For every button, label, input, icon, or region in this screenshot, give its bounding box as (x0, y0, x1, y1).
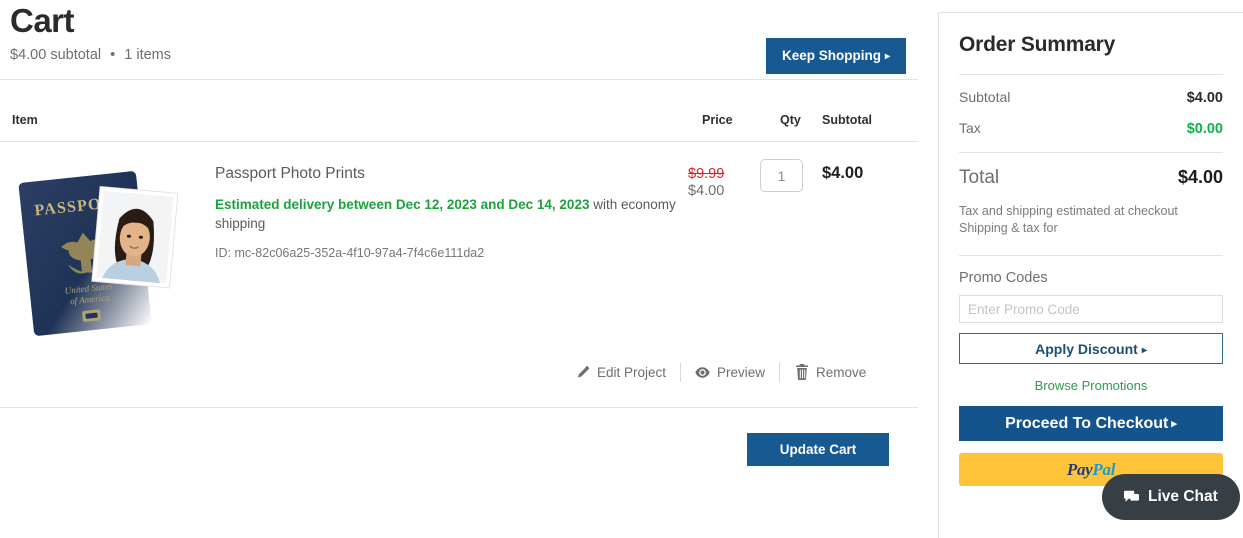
summary-subtotal-label: Subtotal (959, 89, 1011, 105)
divider-top (0, 79, 918, 80)
apply-discount-label: Apply Discount (1035, 340, 1138, 357)
summary-subtotal-value: $4.00 (1186, 90, 1223, 106)
summary-row-subtotal: Subtotal $4.00 (959, 89, 1223, 106)
column-header-item: Item (12, 113, 38, 127)
summary-divider-promo (959, 255, 1223, 256)
edit-project-label: Edit Project (597, 364, 667, 380)
order-summary-panel: Order Summary Subtotal $4.00 Tax $0.00 T… (938, 12, 1243, 538)
trash-icon (794, 364, 809, 380)
preview-label: Preview (717, 364, 766, 380)
delivery-date-text: Estimated delivery between Dec 12, 2023 … (215, 197, 590, 212)
live-chat-label: Live Chat (1148, 488, 1218, 505)
summary-note-line1: Tax and shipping estimated at checkout (959, 204, 1178, 218)
summary-note: Tax and shipping estimated at checkout S… (959, 203, 1223, 237)
order-summary-title: Order Summary (959, 33, 1116, 56)
remove-button[interactable]: Remove (794, 364, 867, 380)
summary-row-total: Total $4.00 (959, 167, 1223, 189)
action-divider (779, 362, 781, 382)
product-name[interactable]: Passport Photo Prints (215, 163, 680, 184)
edit-project-button[interactable]: Edit Project (575, 365, 666, 380)
checkout-label: Proceed To Checkout (1005, 414, 1169, 432)
promo-code-input[interactable] (959, 295, 1223, 323)
action-divider (680, 362, 682, 382)
summary-tax-value: $0.00 (1186, 121, 1223, 137)
price-original: $9.99 (688, 166, 725, 182)
caret-right-icon: ▸ (1171, 417, 1177, 430)
divider-header (0, 141, 918, 142)
product-info: Passport Photo Prints Estimated delivery… (215, 163, 680, 260)
column-header-price: Price (702, 113, 733, 127)
price-discounted: $4.00 (688, 183, 725, 199)
pencil-icon (575, 365, 590, 380)
cart-items-count: 1 items (124, 47, 171, 63)
apply-discount-button[interactable]: Apply Discount ▸ (959, 333, 1223, 364)
preview-button[interactable]: Preview (695, 365, 765, 380)
cart-page: Cart $4.00 subtotal • 1 items Keep Shopp… (0, 0, 1243, 538)
summary-tax-label: Tax (959, 120, 981, 136)
product-price-cell: $9.99 $4.00 (688, 166, 748, 200)
remove-label: Remove (816, 364, 867, 380)
keep-shopping-button[interactable]: Keep Shopping ▸ (765, 38, 906, 74)
summary-row-tax: Tax $0.00 (959, 120, 1223, 137)
product-delivery-estimate: Estimated delivery between Dec 12, 2023 … (215, 195, 680, 233)
summary-divider (959, 74, 1223, 75)
chat-bubble-icon (1124, 490, 1139, 505)
item-actions: Edit Project Preview Remove (575, 362, 866, 382)
keep-shopping-label: Keep Shopping (781, 48, 881, 63)
passport-photo-icon: PASSPORT United States of America (18, 171, 179, 336)
divider-actions (0, 407, 918, 408)
product-thumbnail[interactable]: PASSPORT United States of America (10, 158, 185, 343)
caret-right-icon: ▸ (1141, 344, 1147, 356)
cart-column: Cart $4.00 subtotal • 1 items Keep Shopp… (0, 0, 918, 538)
product-id: ID: mc-82c06a25-352a-4f10-97a4-7f4c6e111… (215, 246, 680, 260)
cart-table-headers: Item Price Qty Subtotal (10, 113, 908, 133)
cart-subtotal-text: $4.00 subtotal (10, 47, 102, 63)
column-header-subtotal: Subtotal (822, 113, 872, 127)
paypal-pal-text: Pal (1092, 459, 1116, 479)
product-subtotal: $4.00 (822, 164, 864, 182)
summary-total-value: $4.00 (1177, 167, 1223, 187)
quantity-input[interactable] (760, 159, 803, 192)
summary-note-line2: Shipping & tax for (959, 221, 1058, 235)
update-cart-button[interactable]: Update Cart (747, 433, 889, 466)
product-id-value: mc-82c06a25-352a-4f10-97a4-7f4c6e111da2 (234, 246, 485, 260)
browse-promotions-link[interactable]: Browse Promotions (959, 378, 1223, 393)
separator-dot: • (110, 47, 116, 63)
summary-total-label: Total (959, 167, 1000, 188)
summary-divider-total (959, 152, 1223, 153)
promo-codes-label: Promo Codes (959, 270, 1048, 286)
product-id-label: ID: (215, 246, 231, 260)
eye-icon (695, 365, 710, 380)
caret-right-icon: ▸ (884, 51, 890, 62)
paypal-pay-text: Pay (1066, 459, 1093, 479)
page-title: Cart (10, 2, 75, 39)
live-chat-button[interactable]: Live Chat (1102, 474, 1240, 520)
column-header-qty: Qty (780, 113, 801, 127)
proceed-to-checkout-button[interactable]: Proceed To Checkout ▸ (959, 406, 1223, 441)
